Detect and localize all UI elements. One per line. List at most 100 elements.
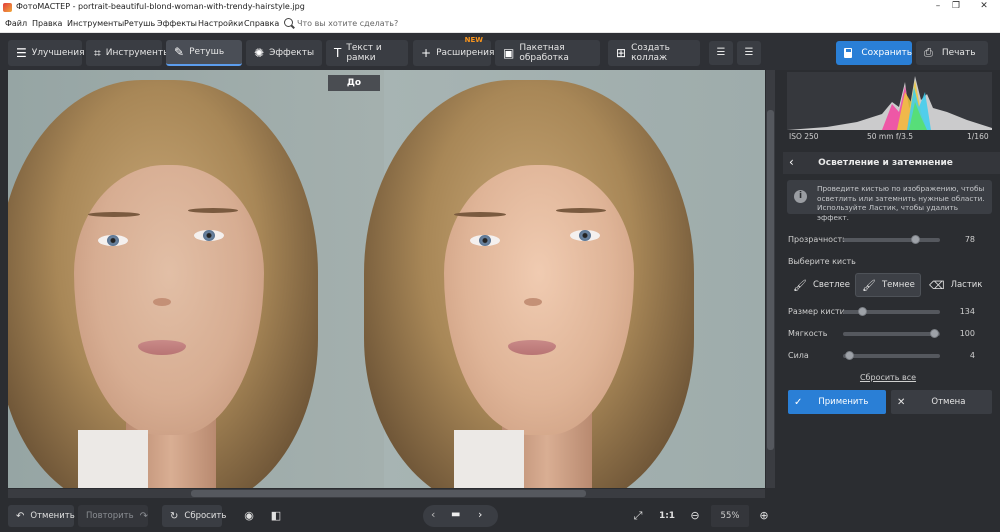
adjust-info-icon[interactable]: ☰ [737, 41, 761, 65]
text-icon: T [334, 46, 342, 60]
reset-all-link[interactable]: Сбросить все [783, 373, 993, 382]
eye-preview-icon[interactable]: ◉ [238, 505, 260, 527]
histogram [787, 72, 992, 130]
zoom-in-icon[interactable]: ⊕ [753, 505, 775, 527]
menu-retouch[interactable]: Ретушь [124, 19, 155, 28]
new-badge: NEW [464, 36, 483, 44]
scroll-thumb[interactable] [767, 110, 774, 450]
image-icon: ▣ [503, 46, 515, 60]
undo-button[interactable]: ↶ Отменить [8, 505, 75, 527]
tab-tools[interactable]: ⌗ Инструменты [86, 40, 170, 66]
brush-light-icon: 🖌 [793, 278, 807, 292]
compare-split-icon[interactable]: ◧ [265, 505, 287, 527]
menu-file[interactable]: Файл [5, 19, 27, 28]
right-panel: ISO 250 50 mm f/3.5 1/160 ‹ Осветление и… [783, 70, 1000, 532]
undo-arrow-icon: ↶ [16, 510, 25, 522]
brow-right [188, 208, 238, 213]
menu-help[interactable]: Справка [244, 19, 279, 28]
folder-icon[interactable]: ▬ [451, 509, 460, 520]
menu-effects[interactable]: Эффекты [157, 19, 197, 28]
close-button[interactable]: ✕ [974, 1, 994, 13]
apply-label: Применить [818, 397, 869, 407]
redo-label: Повторить [86, 511, 134, 521]
button-label: Пакетная обработка [519, 43, 569, 63]
opacity-slider[interactable] [843, 235, 940, 244]
iso-value: ISO 250 [789, 132, 819, 141]
title-bar: ФотоМАСТЕР - portrait-beautiful-blond-wo… [0, 0, 1000, 15]
cancel-label: Отмена [931, 397, 966, 407]
app-logo-icon [3, 3, 12, 12]
brush-darker[interactable]: 🖌 Темнее [855, 273, 921, 297]
create-collage-button[interactable]: ⊞ Создать коллаж [608, 40, 700, 66]
shirt-region [454, 430, 524, 488]
save-button[interactable]: Сохранить [836, 41, 912, 65]
search-icon[interactable] [284, 18, 293, 27]
brow-left [454, 212, 506, 217]
strength-label: Сила [788, 351, 809, 360]
brush-icon: ✎ [174, 45, 185, 59]
vertical-scrollbar[interactable] [766, 70, 775, 488]
lens-value: 50 mm f/3.5 [867, 132, 914, 141]
menu-edit[interactable]: Правка [32, 19, 62, 28]
brush-prompt: Выберите кисть [788, 257, 856, 266]
brush-lighter[interactable]: 🖌 Светлее [787, 273, 853, 297]
slider-knob[interactable] [858, 307, 867, 316]
tab-text-frames[interactable]: T Текст и рамки [326, 40, 408, 66]
softness-label: Мягкость [788, 329, 828, 338]
photo-after[interactable] [364, 70, 765, 488]
apply-button[interactable]: ✓ Применить [788, 390, 886, 414]
next-image-icon[interactable]: › [478, 508, 482, 521]
menu-settings[interactable]: Настройки [198, 19, 243, 28]
horizontal-scrollbar[interactable] [8, 489, 765, 498]
prev-image-icon[interactable]: ‹ [431, 508, 435, 521]
actual-size-button[interactable]: 1:1 [655, 505, 679, 527]
slider-knob[interactable] [911, 235, 920, 244]
scroll-thumb[interactable] [191, 490, 586, 497]
redo-button[interactable]: Повторить ↷ [78, 505, 148, 527]
close-x-icon: ✕ [897, 396, 906, 408]
tab-effects[interactable]: ✺ Эффекты [246, 40, 322, 66]
strength-value: 4 [969, 351, 975, 360]
photo-canvas[interactable]: До [8, 70, 765, 488]
slider-knob[interactable] [845, 351, 854, 360]
plus-icon: + [421, 46, 432, 60]
tab-enhancements[interactable]: ☰ Улучшения [8, 40, 85, 66]
strength-slider[interactable] [843, 351, 940, 360]
opacity-value: 78 [964, 235, 975, 244]
softness-value: 100 [959, 329, 975, 338]
slider-knob[interactable] [930, 329, 939, 338]
eye-left [470, 235, 500, 246]
nose [524, 298, 542, 306]
brush-size-slider[interactable] [843, 307, 940, 316]
cancel-button[interactable]: ✕ Отмена [891, 390, 992, 414]
eraser-icon: ⌫ [929, 278, 945, 292]
batch-processing-button[interactable]: ▣ Пакетная обработка [495, 40, 600, 66]
tab-label: Эффекты [269, 48, 315, 58]
softness-slider[interactable] [843, 329, 940, 338]
adjust-add-icon[interactable]: ☰ [709, 41, 733, 65]
window-title: ФотоМАСТЕР - portrait-beautiful-blond-wo… [16, 2, 305, 11]
maximize-button[interactable]: ❐ [946, 1, 966, 13]
tab-retouch[interactable]: ✎ Ретушь [166, 40, 242, 66]
undo-label: Отменить [30, 511, 75, 521]
tab-extensions[interactable]: + Расширения NEW [413, 36, 494, 66]
menu-tools[interactable]: Инструменты [67, 19, 124, 28]
brush-dark-icon: 🖌 [862, 278, 876, 292]
zoom-level[interactable]: 55% [711, 505, 749, 527]
crop-icon: ⌗ [94, 45, 101, 60]
photo-before[interactable] [8, 70, 384, 488]
sliders-icon: ☰ [16, 46, 27, 60]
check-icon: ✓ [794, 396, 803, 408]
zoom-out-icon[interactable]: ⊖ [684, 505, 706, 527]
search-input[interactable]: Что вы хотите сделать? [297, 19, 398, 28]
brush-eraser[interactable]: ⌫ Ластик [923, 273, 989, 297]
tab-label: Улучшения [31, 48, 85, 58]
brush-size-value: 134 [959, 307, 975, 316]
shutter-value: 1/160 [967, 132, 989, 141]
minimize-button[interactable]: – [928, 1, 948, 13]
tab-label: Текст и рамки [346, 43, 382, 63]
info-text: Проведите кистью по изображению, чтобы о… [817, 184, 985, 222]
reset-button[interactable]: ↻ Сбросить [162, 505, 226, 527]
print-button[interactable]: ⎙ Печать [916, 41, 988, 65]
fit-screen-icon[interactable]: ⤢ [627, 505, 649, 527]
